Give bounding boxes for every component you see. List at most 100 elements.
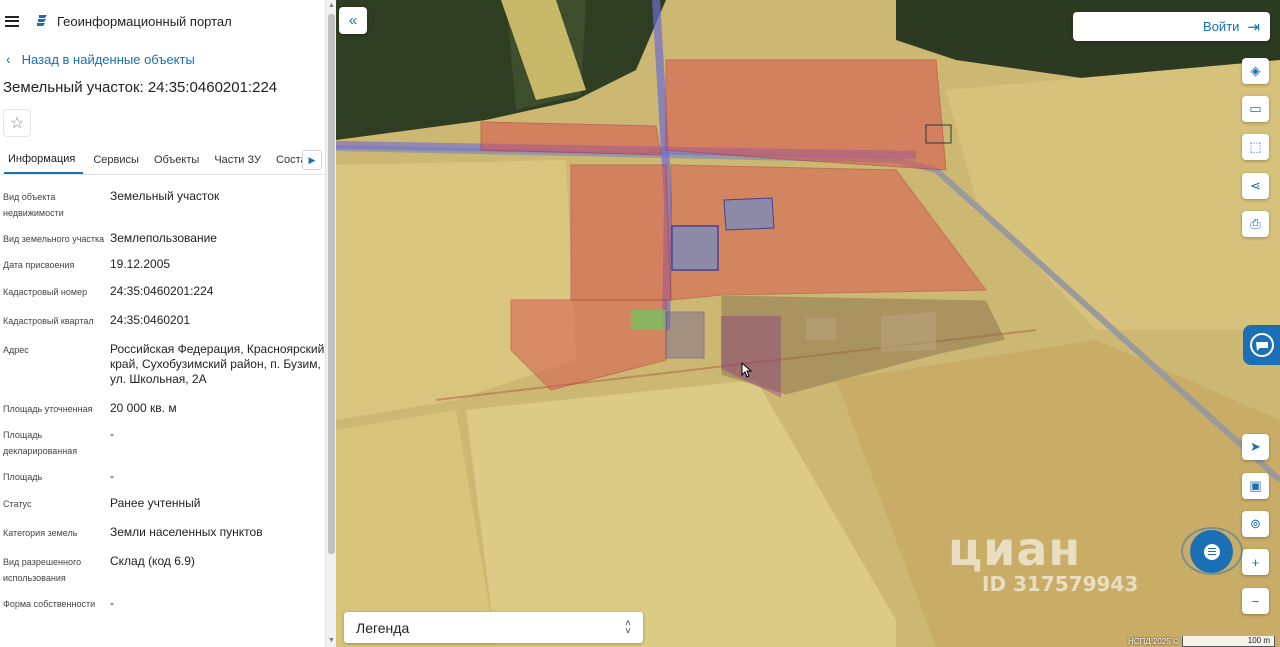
login-button[interactable]: Войти ⇥ (1073, 12, 1270, 41)
assistant-button[interactable] (1243, 325, 1280, 365)
caret-right-icon: ▶ (308, 154, 316, 165)
scrollbar-thumb[interactable] (328, 14, 335, 554)
back-to-results-link[interactable]: ‹ Назад в найденные объекты (0, 42, 325, 76)
property-label: Кадастровый номер (3, 287, 88, 297)
property-label: Адрес (3, 345, 29, 355)
tab-scroll-right-button[interactable]: ▶ (302, 150, 322, 170)
share-button[interactable]: ⋖ (1242, 173, 1269, 199)
double-chevron-left-icon: « (348, 12, 358, 29)
property-label: Площадь (3, 472, 43, 482)
property-value: 24:35:0460201 (110, 313, 191, 327)
property-label: Площадь уточненная (3, 404, 93, 414)
property-value: - (110, 596, 114, 610)
portal-title: Геоинформационный портал (57, 13, 232, 29)
share-icon: ⋖ (1250, 178, 1261, 193)
tab-bar: Информация Сервисы Объекты Части ЗУ Сост… (0, 145, 325, 175)
minus-icon: − (1251, 593, 1260, 609)
map-view[interactable]: « Войти ⇥ ◈ ▭ ⬚ ⋖ ⎙ ➤ ▣ ⊚ + − циан ID 31… (336, 0, 1280, 647)
property-label: Дата присвоения (3, 260, 75, 270)
info-panel: Геоинформационный портал ‹ Назад в найде… (0, 0, 325, 647)
tab-parts[interactable]: Части ЗУ (210, 145, 272, 174)
zoom-in-button[interactable]: + (1242, 549, 1269, 575)
scroll-up-arrow-icon[interactable]: ▲ (328, 2, 335, 9)
watermark-id: ID 317579943 (982, 572, 1139, 596)
layers-icon: ◈ (1250, 63, 1261, 78)
property-row: Кадастровый квартал 24:35:0460201 (0, 311, 325, 329)
property-row: Форма собственности - (0, 594, 325, 612)
legend-label: Легенда (356, 619, 410, 636)
tab-objects[interactable]: Объекты (150, 145, 210, 174)
property-list: Вид объекта недвижимости Земельный участо… (0, 175, 325, 612)
property-label: Категория земель (3, 528, 78, 538)
minimap-button[interactable]: ▣ (1242, 473, 1269, 499)
back-link-label: Назад в найденные объекты (21, 51, 195, 67)
property-row: Площадь уточненная 20 000 кв. м (0, 399, 325, 417)
geolocate-button[interactable]: ➤ (1242, 434, 1269, 460)
panel-scrollbar[interactable]: ▲ ▼ (325, 0, 336, 647)
print-button[interactable]: ⎙ (1242, 211, 1269, 237)
tab-information[interactable]: Информация (4, 145, 84, 174)
property-label: Площадь декларированная (3, 430, 78, 456)
property-row: Вид объекта недвижимости Земельный участо… (0, 187, 325, 221)
map-attribution: НСПД 2025 © (1128, 637, 1179, 646)
hamburger-icon[interactable] (5, 15, 19, 27)
property-label: Вид объекта недвижимости (3, 192, 64, 218)
chevron-left-icon: ‹ (6, 51, 11, 67)
object-title: Земельный участок: 24:35:0460201:224 (3, 79, 278, 96)
minimap-icon: ▣ (1249, 478, 1262, 493)
scroll-down-arrow-icon[interactable]: ▼ (328, 637, 335, 644)
property-value: 19.12.2005 (110, 257, 171, 271)
ruler-icon: ▭ (1249, 101, 1262, 116)
navigation-arrow-icon: ➤ (1250, 439, 1261, 454)
property-value: Российская Федерация, Красноярский край,… (110, 342, 325, 386)
property-value: 24:35:0460201:224 (110, 284, 214, 298)
login-arrow-icon: ⇥ (1247, 18, 1260, 36)
property-row: Адрес Российская Федерация, Красноярский … (0, 340, 325, 387)
app: Геоинформационный портал ‹ Назад в найде… (0, 0, 1280, 647)
legend-toggle[interactable]: Легенда ˄ ˅ (344, 612, 643, 643)
location-search-icon: ⊚ (1250, 516, 1261, 531)
zoom-out-button[interactable]: − (1242, 588, 1269, 614)
property-row: Площадь - (0, 467, 325, 485)
property-value: Земельный участок (110, 189, 220, 203)
search-location-button[interactable]: ⊚ (1242, 511, 1269, 537)
favorite-star-button[interactable]: ☆ (3, 109, 31, 137)
ruler-button[interactable]: ▭ (1242, 96, 1269, 122)
area-select-button[interactable]: ⬚ (1242, 134, 1269, 160)
satellite-map (336, 0, 1280, 647)
selection-frame-icon: ⬚ (1249, 139, 1262, 154)
assistant-icon (1249, 333, 1274, 357)
property-value: Землепользование (110, 231, 217, 245)
top-bar: Геоинформационный портал (0, 0, 325, 42)
property-value: Склад (код 6.9) (110, 554, 195, 568)
property-row: Кадастровый номер 24:35:0460201:224 (0, 282, 325, 300)
star-icon: ☆ (9, 115, 25, 132)
property-value: Земли населенных пунктов (110, 525, 263, 539)
login-label: Войти (1203, 19, 1240, 34)
chat-button[interactable] (1181, 527, 1245, 577)
property-label: Вид разрешенного использования (3, 557, 82, 583)
property-value: - (110, 427, 114, 441)
chat-icon (1190, 530, 1233, 573)
plus-icon: + (1251, 554, 1260, 570)
property-row: Дата присвоения 19.12.2005 (0, 255, 325, 273)
cian-watermark: циан ID 317579943 (948, 522, 1138, 596)
property-value: 20 000 кв. м (110, 401, 177, 415)
property-label: Кадастровый квартал (3, 316, 94, 326)
property-label: Форма собственности (3, 599, 96, 609)
scale-bar: 100 m (1182, 636, 1275, 647)
property-row: Вид земельного участка Землепользование (0, 229, 325, 247)
property-value: - (110, 469, 114, 483)
property-row: Вид разрешенного использования Склад (код… (0, 552, 325, 586)
property-row: Площадь декларированная - (0, 425, 325, 459)
portal-logo-icon (37, 15, 47, 26)
printer-icon: ⎙ (1250, 216, 1261, 231)
property-label: Вид земельного участка (3, 234, 105, 244)
layers-button[interactable]: ◈ (1242, 58, 1269, 84)
watermark-brand: циан (948, 522, 1082, 576)
property-label: Статус (3, 499, 32, 509)
property-value: Ранее учтенный (110, 496, 201, 510)
up-down-chevron-icon: ˄ ˅ (625, 617, 631, 637)
tab-services[interactable]: Сервисы (89, 145, 150, 174)
collapse-panel-button[interactable]: « (339, 7, 367, 34)
